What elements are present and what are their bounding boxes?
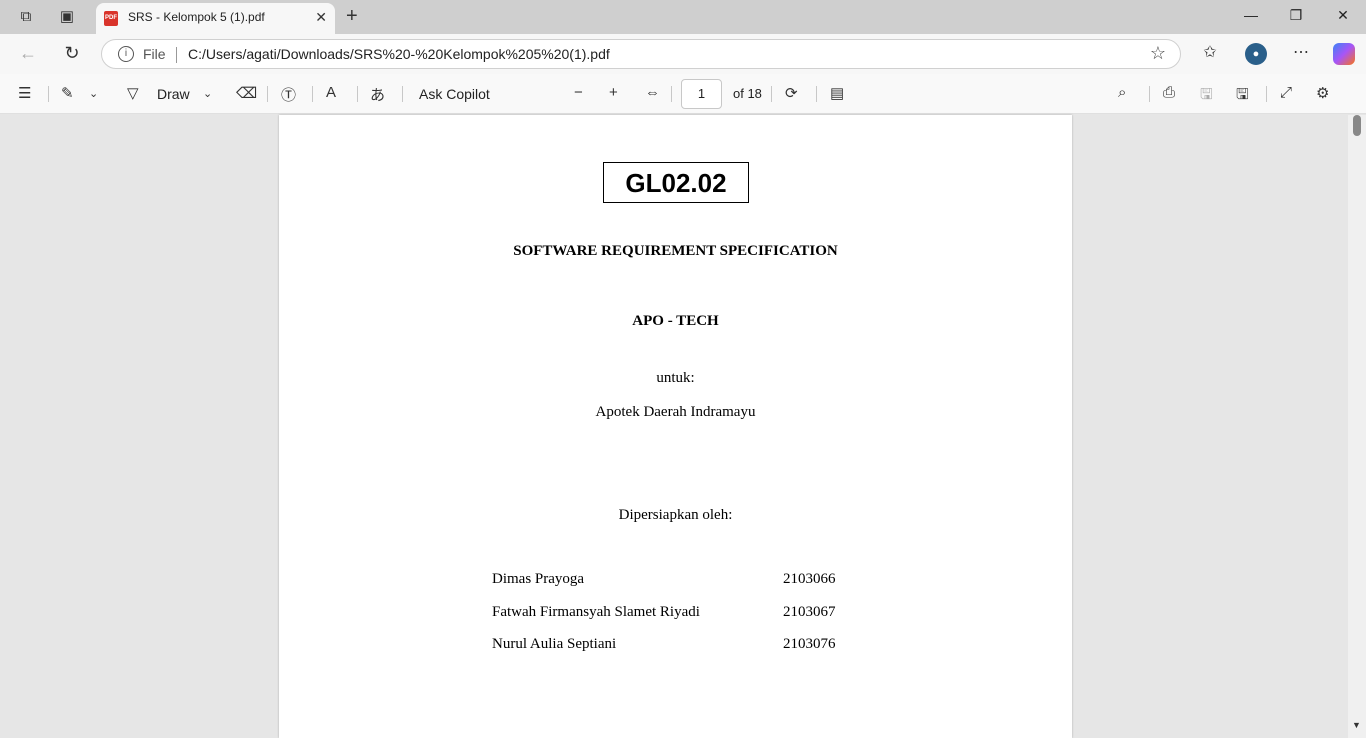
divider	[357, 86, 358, 102]
search-icon[interactable]: ⌕	[1118, 84, 1126, 101]
page-number-input[interactable]: 1	[681, 79, 722, 109]
page-total: of 18	[733, 86, 762, 101]
copilot-icon[interactable]	[1333, 43, 1355, 65]
client-name: Apotek Daerah Indramayu	[595, 404, 756, 420]
vertical-tabs-icon[interactable]: ▣	[58, 8, 76, 26]
scheme-label: File	[143, 46, 166, 62]
read-aloud-icon[interactable]: A	[326, 84, 336, 101]
draw-icon[interactable]: ▽	[127, 84, 139, 102]
author-nim: 2103066	[783, 571, 836, 587]
vertical-scrollbar[interactable]: ▼	[1348, 115, 1366, 738]
tab-bar: ⧉ ▣ PDF SRS - Kelompok 5 (1).pdf ✕ + — ❐…	[0, 0, 1366, 34]
address-bar[interactable]: i File C:/Users/agati/Downloads/SRS%20-%…	[101, 39, 1181, 69]
author-nim: 2103067	[783, 604, 836, 620]
tab-title: SRS - Kelompok 5 (1).pdf	[128, 10, 265, 24]
pdf-viewer: GL02.02 SOFTWARE REQUIREMENT SPECIFICATI…	[0, 115, 1366, 738]
rotate-icon[interactable]: ⟳	[785, 84, 798, 102]
divider	[48, 86, 49, 102]
for-label: untuk:	[656, 370, 695, 386]
back-button[interactable]: ←	[17, 43, 39, 64]
avatar[interactable]: ●	[1245, 43, 1267, 65]
zoom-out-icon[interactable]: −	[574, 84, 583, 101]
contents-icon[interactable]: ☰	[18, 84, 31, 102]
author-name: Dimas Prayoga	[492, 571, 585, 587]
author-nim: 2103076	[783, 636, 836, 652]
print-icon[interactable]: ⎙	[1163, 84, 1175, 101]
divider	[816, 86, 817, 102]
more-menu-icon[interactable]: ⋯	[1290, 42, 1312, 62]
page-view-icon[interactable]: ▤	[830, 84, 844, 102]
divider	[312, 86, 313, 102]
fit-width-icon[interactable]: ⇔	[645, 84, 660, 101]
highlight-icon[interactable]: ✎	[61, 84, 74, 102]
save-as-icon[interactable]: 🖫	[1236, 84, 1249, 109]
pdf-icon: PDF	[104, 11, 118, 26]
pdf-toolbar: ☰ ✎ ⌄ ▽ Draw ⌄ ⌫ Ⓣ A あ Ask Copilot − + ⇔…	[0, 74, 1366, 114]
divider	[1266, 86, 1267, 102]
prepared-by-label: Dipersiapkan oleh:	[618, 507, 733, 523]
document-code: GL02.02	[603, 162, 749, 203]
product-name: APO - TECH	[632, 313, 719, 329]
document-title: SOFTWARE REQUIREMENT SPECIFICATION	[513, 243, 838, 259]
tab-active[interactable]: PDF SRS - Kelompok 5 (1).pdf ✕	[96, 3, 335, 34]
scroll-down-icon[interactable]: ▼	[1352, 720, 1361, 730]
pdf-page: GL02.02 SOFTWARE REQUIREMENT SPECIFICATI…	[279, 115, 1072, 738]
author-name: Nurul Aulia Septiani	[492, 636, 617, 652]
fullscreen-icon[interactable]: ⤢	[1280, 84, 1292, 101]
ask-copilot-button[interactable]: Ask Copilot	[419, 86, 490, 102]
scrollbar-thumb[interactable]	[1353, 115, 1361, 136]
divider	[176, 47, 177, 63]
divider	[771, 86, 772, 102]
divider	[402, 86, 403, 102]
divider	[671, 86, 672, 102]
settings-gear-icon[interactable]: ⚙	[1316, 84, 1329, 102]
restore-button[interactable]: ❐	[1286, 7, 1306, 24]
info-icon[interactable]: i	[118, 46, 134, 62]
refresh-button[interactable]: ↻	[61, 43, 83, 64]
chevron-down-icon[interactable]: ⌄	[89, 87, 98, 100]
chevron-down-icon[interactable]: ⌄	[203, 87, 212, 100]
url-text[interactable]: C:/Users/agati/Downloads/SRS%20-%20Kelom…	[188, 46, 610, 62]
save-icon[interactable]: 🖫	[1200, 84, 1213, 109]
new-tab-button[interactable]: +	[346, 5, 358, 28]
workspaces-icon[interactable]: ⧉	[17, 8, 35, 26]
add-text-icon[interactable]: Ⓣ	[281, 84, 296, 105]
address-bar-row: ← ↻ i File C:/Users/agati/Downloads/SRS%…	[0, 34, 1366, 74]
favorites-icon[interactable]: ✩	[1199, 42, 1221, 62]
eraser-icon[interactable]: ⌫	[236, 84, 257, 102]
draw-label[interactable]: Draw	[157, 86, 190, 102]
favorite-star-icon[interactable]: ☆	[1150, 43, 1166, 64]
close-window-button[interactable]: ✕	[1333, 7, 1353, 24]
divider	[1149, 86, 1150, 102]
zoom-in-icon[interactable]: +	[609, 84, 618, 101]
author-name: Fatwah Firmansyah Slamet Riyadi	[492, 604, 700, 620]
tab-close-icon[interactable]: ✕	[315, 9, 327, 26]
divider	[267, 86, 268, 102]
minimize-button[interactable]: —	[1241, 7, 1261, 23]
translate-icon[interactable]: あ	[370, 84, 385, 105]
